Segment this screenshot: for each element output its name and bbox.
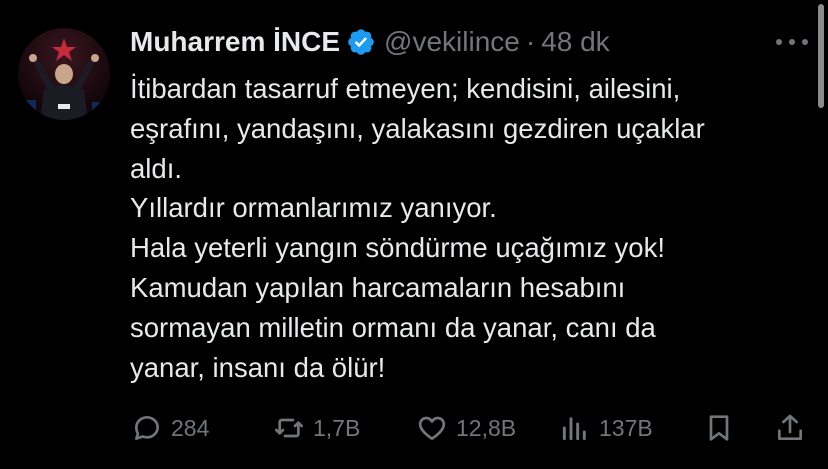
like-button[interactable]: 12,8B	[416, 408, 516, 448]
retweet-icon	[275, 418, 303, 438]
retweet-count: 1,7B	[313, 414, 361, 441]
avatar[interactable]	[18, 28, 110, 120]
views-button[interactable]: 137B	[559, 408, 653, 448]
tweet-line: Kamudan yapılan harcamaların hesabını	[130, 271, 626, 303]
tweet-text: İtibardan tasarruf etmeyen; kendisini, a…	[130, 69, 810, 387]
views-count: 137B	[599, 414, 653, 441]
author-handle[interactable]: @vekilince	[384, 26, 520, 58]
more-options-icon[interactable]	[776, 36, 808, 48]
scrollbar[interactable]	[818, 4, 824, 108]
like-count: 12,8B	[456, 414, 517, 441]
tweet-line: aldı.	[130, 152, 182, 184]
tweet-actions: 284 1,7B 12,8B 137B	[0, 408, 828, 448]
tweet-header: Muharrem İNCE @vekilince · 48 dk	[130, 22, 610, 62]
tweet-line: eşrafını, yandaşını, yalakasını gezdiren…	[130, 112, 705, 144]
reply-icon	[135, 416, 159, 440]
tweet-line: sormayan milletin ormanı da yanar, canı …	[130, 311, 656, 343]
bookmark-icon	[709, 415, 729, 441]
share-button[interactable]	[774, 408, 806, 448]
reply-count: 284	[171, 414, 210, 441]
author-name[interactable]: Muharrem İNCE	[130, 26, 340, 58]
tweet-line: Hala yeterli yangın söndürme uçağımız yo…	[130, 232, 665, 264]
tweet-line: Yıllardır ormanlarımız yanıyor.	[130, 192, 497, 224]
views-icon	[562, 417, 586, 441]
tweet-line: yanar, insanı da ölür!	[130, 351, 386, 383]
tweet-line: İtibardan tasarruf etmeyen; kendisini, a…	[130, 73, 681, 104]
reply-button[interactable]: 284	[131, 408, 209, 448]
heart-icon	[418, 416, 446, 440]
verified-badge-icon	[346, 27, 376, 57]
share-icon	[778, 414, 802, 440]
avatar-image	[24, 38, 104, 120]
retweet-button[interactable]: 1,7B	[273, 408, 360, 448]
bookmark-button[interactable]	[703, 408, 735, 448]
tweet-timestamp[interactable]: 48 dk	[541, 26, 610, 58]
header-separator: ·	[525, 26, 536, 57]
